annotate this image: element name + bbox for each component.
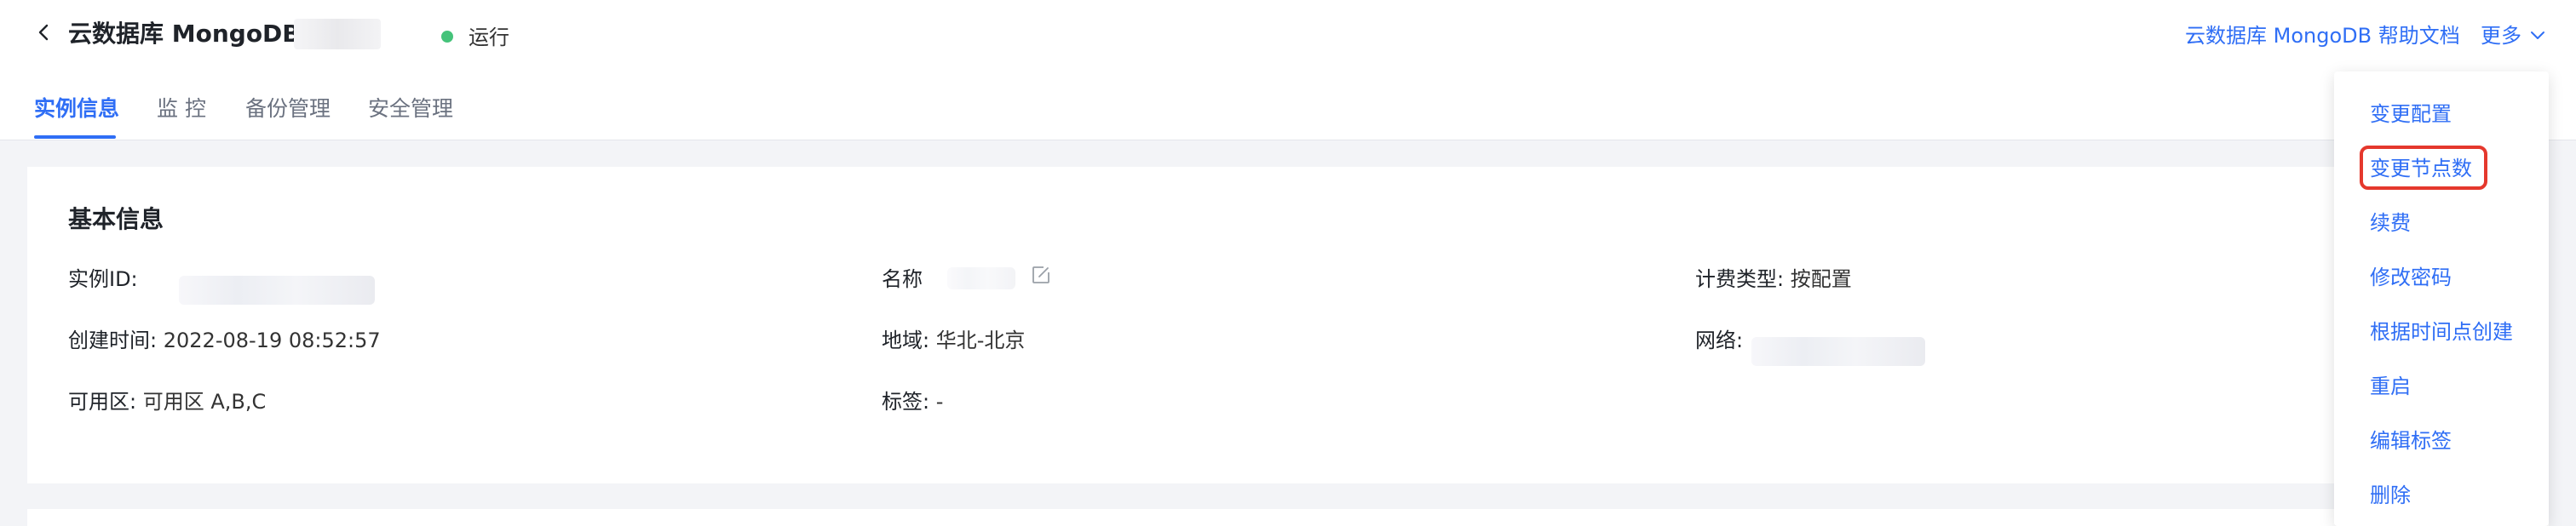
menu-item-change-node-count[interactable]: 变更节点数 [2370,153,2472,184]
more-button[interactable]: 更多 [2481,20,2545,51]
tab-security[interactable]: 安全管理 [368,94,453,124]
menu-item-create-from-point-in-time[interactable]: 根据时间点创建 [2370,317,2513,347]
menu-item-delete[interactable]: 删除 [2370,480,2411,511]
zone-value: 可用区 A,B,C [142,390,267,414]
menu-item-change-config[interactable]: 变更配置 [2370,99,2452,129]
instance-id-label: 实例ID: [68,267,138,291]
more-label: 更多 [2481,24,2521,48]
tab-monitoring[interactable]: 监 控 [157,94,206,124]
redacted-name [947,267,1015,289]
menu-item-change-password[interactable]: 修改密码 [2370,262,2452,293]
tab-backup[interactable]: 备份管理 [245,94,331,124]
next-section-card [27,509,2549,526]
region-field: 地域: 华北-北京 [882,325,1025,356]
menu-item-renew[interactable]: 续费 [2370,208,2411,238]
created-time-field: 创建时间: 2022-08-19 08:52:57 [68,325,381,356]
billing-type-label: 计费类型: [1695,267,1785,291]
name-field: 名称 [882,264,923,294]
tags-label: 标签: [882,390,930,414]
name-label: 名称 [882,267,923,291]
zone-field: 可用区: 可用区 A,B,C [68,386,266,417]
more-dropdown-menu: 变更配置 变更节点数 续费 修改密码 根据时间点创建 重启 编辑标签 删除 [2334,71,2549,526]
tags-value: - [935,390,944,414]
instance-id-field: 实例ID: [68,264,138,294]
created-time-value: 2022-08-19 08:52:57 [163,329,381,352]
status-text: 运行 [469,26,509,49]
zone-label: 可用区: [68,390,137,414]
edit-icon[interactable] [1030,264,1052,286]
network-label: 网络: [1695,329,1744,352]
chevron-down-icon [2531,31,2544,39]
redacted-instance-id [179,276,375,305]
created-time-label: 创建时间: [68,329,158,352]
status-dot-icon [441,31,453,43]
billing-type-value: 按配置 [1790,267,1852,291]
basic-info-card: 基本信息 实例ID: 名称 计费类型: 按配置 创建时间: 2022-08-19… [27,167,2549,483]
menu-item-edit-tags[interactable]: 编辑标签 [2370,426,2452,456]
tab-instance-info[interactable]: 实例信息 [34,94,119,124]
billing-type-field: 计费类型: 按配置 [1695,264,1852,294]
menu-item-restart[interactable]: 重启 [2370,371,2411,402]
section-title: 基本信息 [68,205,164,233]
active-tab-indicator [34,135,116,139]
back-icon[interactable] [32,20,56,44]
redacted-instance-name [294,19,381,49]
region-label: 地域: [882,329,930,352]
tags-field: 标签: - [882,386,943,417]
redacted-network [1751,337,1925,366]
page-title: 云数据库 MongoDB [68,20,301,48]
help-docs-link[interactable]: 云数据库 MongoDB 帮助文档 [2185,20,2460,51]
top-bar: 云数据库 MongoDB 运行 云数据库 MongoDB 帮助文档 更多 实例信… [0,0,2576,140]
region-value: 华北-北京 [935,329,1026,352]
network-field: 网络: [1695,325,1743,356]
